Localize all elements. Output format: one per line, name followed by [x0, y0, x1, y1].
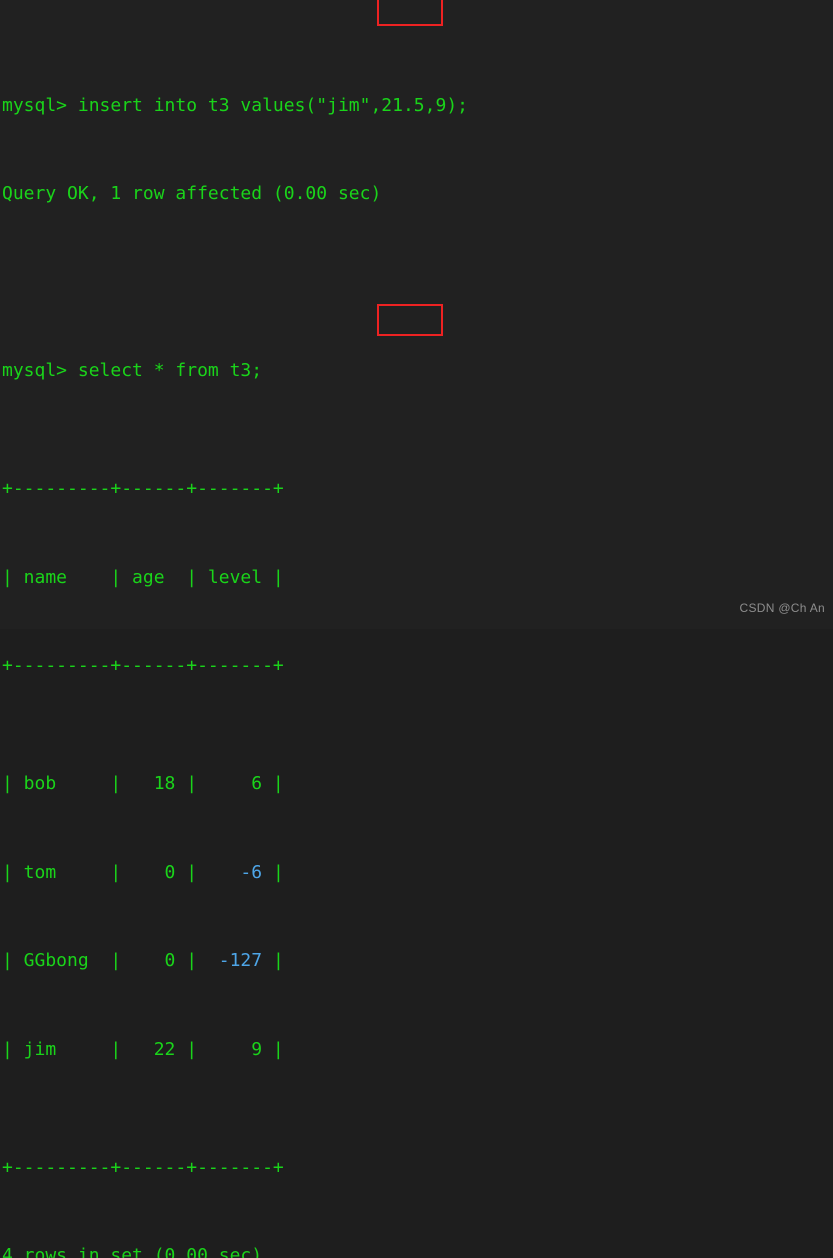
row-cells-suffix: |	[262, 861, 284, 883]
query-ok-message-1: Query OK, 1 row affected (0.00 sec)	[2, 183, 382, 204]
level-value: 6	[251, 773, 263, 794]
separator-line: +---------+------+-------+	[2, 478, 284, 499]
table-1-top-border: +---------+------+-------+	[2, 474, 833, 504]
row-cells-prefix: | bob | 18 |	[2, 773, 252, 794]
column-headers: | name | age | level |	[2, 566, 284, 588]
table-1-bottom-border: +---------+------+-------+	[2, 1153, 833, 1183]
row-cells-suffix: |	[262, 1038, 284, 1060]
separator-line: +---------+------+-------+	[2, 655, 284, 676]
command-line-insert-1: mysql> insert into t3 values("jim",21.5,…	[2, 91, 833, 121]
rows-in-set-message: 4 rows in set (0.00 sec)	[2, 1245, 263, 1258]
table-row: | tom | 0 | -6 |	[2, 858, 833, 888]
select-statement-1: mysql> select * from t3;	[2, 360, 263, 381]
table-1-header-border: +---------+------+-------+	[2, 651, 833, 681]
table-row: | jim | 22 | 9 |	[2, 1035, 833, 1065]
row-cells-prefix: | tom | 0 |	[2, 861, 241, 883]
insert-statement-1: mysql> insert into t3 values("jim",21.5,…	[2, 94, 468, 116]
table-1-header-row: | name | age | level |	[2, 563, 833, 593]
highlight-box-value-1	[377, 0, 443, 26]
result-line-insert-1: Query OK, 1 row affected (0.00 sec)	[2, 179, 833, 209]
level-value: 9	[251, 1038, 263, 1060]
row-cells-suffix: |	[262, 950, 284, 971]
row-cells-prefix: | GGbong | 0 |	[2, 950, 219, 971]
separator-line: +---------+------+-------+	[2, 1156, 284, 1178]
level-value-negative: -6	[240, 861, 263, 883]
row-cells-suffix: |	[262, 773, 284, 794]
watermark: CSDN @Ch An	[739, 600, 825, 615]
command-line-select-1: mysql> select * from t3;	[2, 356, 833, 386]
level-value-negative: -127	[218, 950, 263, 971]
terminal-window[interactable]: mysql> insert into t3 values("jim",21.5,…	[0, 0, 833, 1258]
table-row: | bob | 18 | 6 |	[2, 769, 833, 799]
table-1-row-count: 4 rows in set (0.00 sec)	[2, 1241, 833, 1258]
table-row: | GGbong | 0 | -127 |	[2, 946, 833, 976]
highlight-box-value-2	[377, 304, 443, 336]
row-cells-prefix: | jim | 22 |	[2, 1038, 252, 1060]
